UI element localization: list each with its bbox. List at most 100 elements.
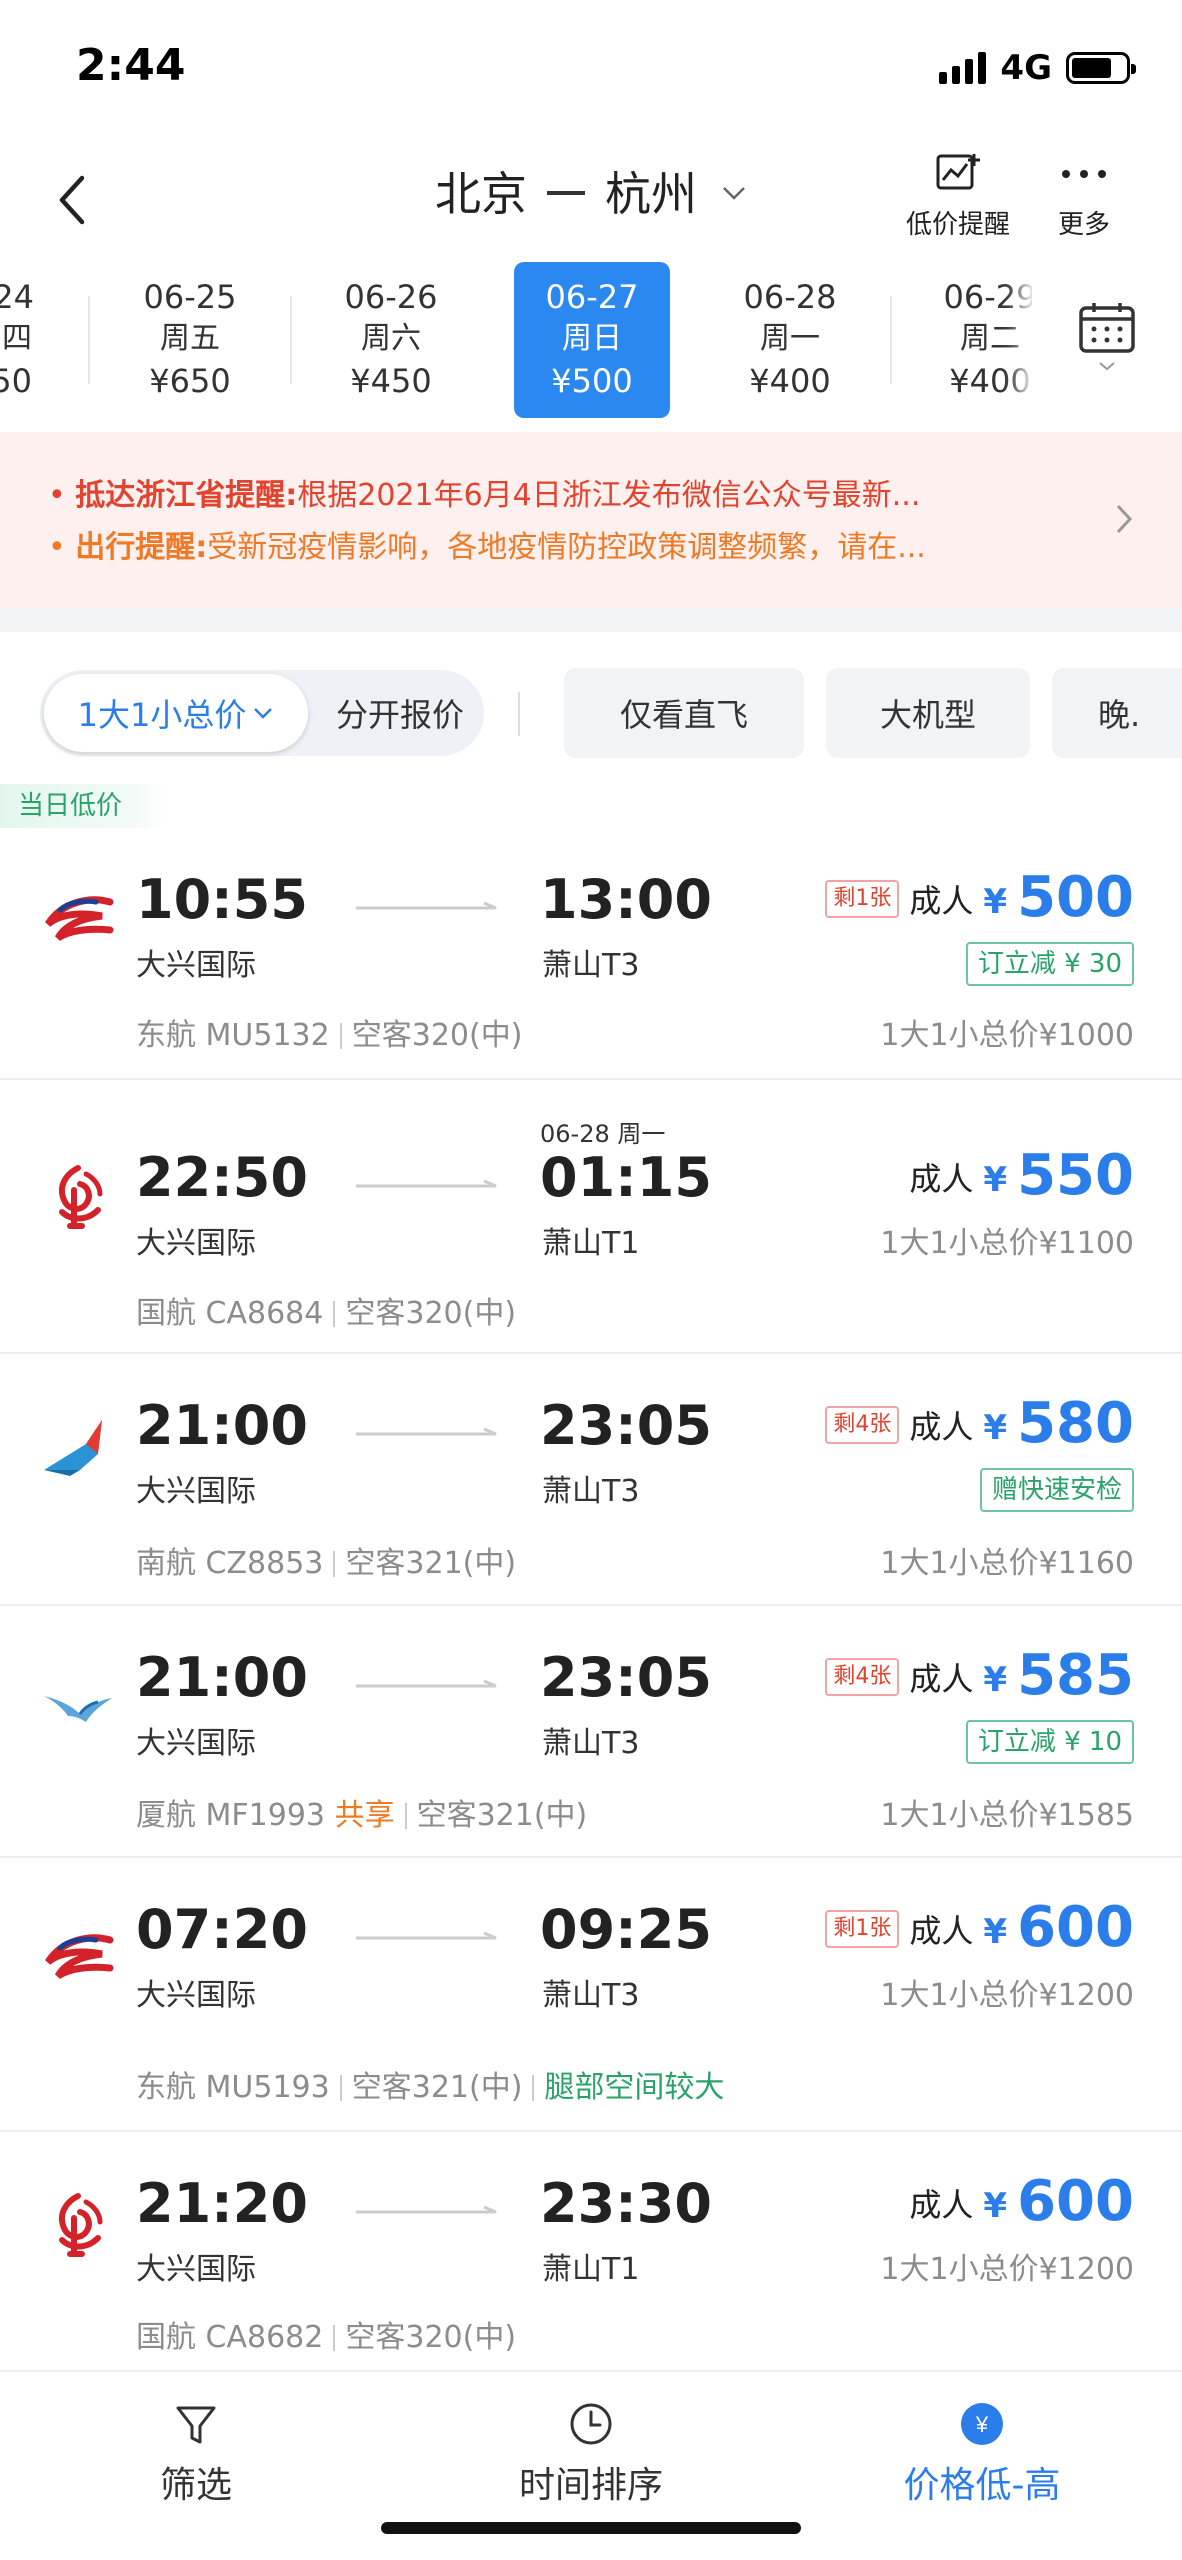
currency-symbol: ¥ bbox=[983, 882, 1008, 922]
notice-arrival-zhejiang: • 抵达浙江省提醒:根据2021年6月4日浙江发布微信公众号最新... bbox=[48, 478, 921, 513]
filter-divider bbox=[518, 692, 520, 736]
date-item[interactable]: 06-26 周六 ¥450 bbox=[313, 262, 469, 418]
flight-card[interactable]: 21:20 大兴国际 23:30 萧山T1 国航 CA8682 空客320(中) … bbox=[0, 2132, 1182, 2372]
flight-card[interactable]: 当日低价 10:55 大兴国际 13:00 萧山T3 东航 MU5132 空客32… bbox=[0, 784, 1182, 1080]
battery-icon bbox=[1066, 52, 1136, 84]
chevron-down-icon bbox=[721, 174, 747, 209]
date-item[interactable]: 24 四 50 bbox=[0, 262, 36, 418]
adult-label: 成人 bbox=[909, 2186, 974, 2224]
flight-card[interactable]: 21:00 大兴国际 23:05 萧山T3 南航 CZ8853 空客321(中) … bbox=[0, 1354, 1182, 1606]
filter-tab[interactable]: 筛选 bbox=[46, 2400, 346, 2508]
filter-tab-label: 筛选 bbox=[159, 2465, 232, 2506]
airline-flight-number: 国航 CA8684 bbox=[136, 1296, 324, 1331]
aircraft-type: 空客320(中) bbox=[351, 1018, 523, 1053]
calendar-icon bbox=[1079, 303, 1135, 353]
flight-meta: 厦航 MF1993 共享 空客321(中) bbox=[136, 1790, 587, 1834]
airline-flight-number: 厦航 MF1993 bbox=[136, 1798, 326, 1833]
aircraft-type: 空客320(中) bbox=[345, 1296, 517, 1331]
price-block: 成人 ¥ 600 bbox=[909, 2172, 1134, 2232]
destination-city: 杭州 bbox=[605, 167, 697, 221]
flight-arrow-icon bbox=[356, 1427, 497, 1436]
home-indicator bbox=[381, 2522, 801, 2534]
date-item-selected[interactable]: 06-27 周日 ¥500 bbox=[514, 262, 670, 418]
departure-time: 21:00 bbox=[136, 1646, 308, 1709]
total-price: 1大1小总价¥1200 bbox=[880, 1978, 1134, 2013]
price-sort-label: 价格低-高 bbox=[903, 2465, 1061, 2506]
currency-symbol: ¥ bbox=[983, 1912, 1008, 1952]
arrival-airport: 萧山T3 bbox=[542, 948, 640, 983]
route-arrow-icon bbox=[547, 191, 585, 195]
time-sort-label: 时间排序 bbox=[518, 2465, 663, 2506]
air-china-logo-icon bbox=[58, 1165, 103, 1229]
section-divider bbox=[0, 608, 1182, 632]
price-block: 剩1张 成人 ¥ 600 bbox=[825, 1898, 1134, 1958]
departure-airport: 大兴国际 bbox=[136, 1226, 256, 1261]
price-block: 剩1张 成人 ¥ 500 bbox=[825, 868, 1134, 928]
tickets-left-badge: 剩1张 bbox=[825, 1910, 900, 1948]
arrival-time: 23:05 bbox=[540, 1646, 712, 1709]
adult-label: 成人 bbox=[909, 1160, 974, 1198]
price-block: 剩4张 成人 ¥ 580 bbox=[825, 1394, 1134, 1454]
airline-flight-number: 国航 CA8682 bbox=[136, 2320, 324, 2355]
status-indicators: 4G bbox=[939, 48, 1136, 88]
total-price: 1大1小总价¥1000 bbox=[880, 1018, 1134, 1053]
currency-symbol: ¥ bbox=[983, 2186, 1008, 2226]
airline-flight-number: 东航 MU5193 bbox=[136, 2070, 330, 2105]
flight-card[interactable]: 06-28 周一 22:50 大兴国际 01:15 萧山T1 国航 CA8684… bbox=[0, 1080, 1182, 1354]
currency-symbol: ¥ bbox=[983, 1160, 1008, 1200]
more-button[interactable]: 更多 bbox=[1058, 150, 1110, 241]
promo-badge: 订立减 ¥ 30 bbox=[965, 942, 1134, 986]
total-price-option[interactable]: 1大1小总价 bbox=[44, 674, 308, 752]
departure-time: 22:50 bbox=[136, 1146, 308, 1209]
price-value: 600 bbox=[1017, 2169, 1134, 2234]
total-price: 1大1小总价¥1585 bbox=[880, 1798, 1134, 1833]
arrival-time: 23:05 bbox=[540, 1394, 712, 1457]
direct-only-chip[interactable]: 仅看直飞 bbox=[564, 668, 804, 758]
tickets-left-badge: 剩4张 bbox=[825, 1658, 900, 1696]
more-label: 更多 bbox=[1058, 210, 1111, 240]
network-type: 4G bbox=[1000, 48, 1052, 88]
calendar-button[interactable] bbox=[1032, 262, 1182, 432]
flight-card[interactable]: 21:00 大兴国际 23:05 萧山T3 厦航 MF1993 共享 空客321(… bbox=[0, 1606, 1182, 1858]
status-time: 2:44 bbox=[76, 40, 186, 91]
time-sort-tab[interactable]: 时间排序 bbox=[441, 2400, 741, 2508]
large-aircraft-chip[interactable]: 大机型 bbox=[826, 668, 1030, 758]
price-alert-button[interactable]: 低价提醒 bbox=[906, 150, 1010, 241]
arrival-time: 13:00 bbox=[540, 868, 712, 931]
flight-meta: 东航 MU5193 空客321(中) 腿部空间较大 bbox=[136, 2062, 724, 2106]
departure-airport: 大兴国际 bbox=[136, 948, 256, 983]
price-block: 成人 ¥ 550 bbox=[909, 1146, 1134, 1206]
date-item[interactable]: 06-25 周五 ¥650 bbox=[112, 262, 268, 418]
filter-funnel-icon bbox=[176, 2406, 216, 2444]
price-value: 585 bbox=[1017, 1643, 1134, 1708]
flight-arrow-icon bbox=[356, 2205, 497, 2214]
chevron-down-icon bbox=[254, 708, 273, 719]
price-block: 剩4张 成人 ¥ 585 bbox=[825, 1646, 1134, 1706]
price-alert-label: 低价提醒 bbox=[906, 210, 1011, 240]
flight-arrow-icon bbox=[356, 1179, 497, 1188]
total-price: 1大1小总价¥1200 bbox=[880, 2252, 1134, 2287]
adult-label: 成人 bbox=[909, 1660, 974, 1698]
filter-bar: 1大1小总价 分开报价 仅看直飞 大机型 晚. bbox=[0, 632, 1182, 782]
flight-meta: 东航 MU5132 空客320(中) bbox=[136, 1010, 522, 1054]
departure-time: 07:20 bbox=[136, 1898, 308, 1961]
price-value: 500 bbox=[1017, 865, 1134, 930]
aircraft-type: 空客321(中) bbox=[351, 2070, 523, 2105]
departure-airport: 大兴国际 bbox=[136, 1978, 256, 2013]
flight-card[interactable]: 07:20 大兴国际 09:25 萧山T3 东航 MU5193 空客321(中) 腿… bbox=[0, 1858, 1182, 2132]
arrival-airport: 萧山T1 bbox=[542, 1226, 640, 1261]
tickets-left-badge: 剩4张 bbox=[825, 1406, 900, 1444]
date-item[interactable]: 06-28 周一 ¥400 bbox=[712, 262, 868, 418]
chevron-down-icon bbox=[1099, 362, 1115, 371]
arrival-time: 09:25 bbox=[540, 1898, 712, 1961]
adult-label: 成人 bbox=[909, 1408, 974, 1446]
svg-text:¥: ¥ bbox=[975, 2412, 989, 2437]
separate-price-option[interactable]: 分开报价 bbox=[316, 670, 484, 756]
travel-notice-banner[interactable]: • 抵达浙江省提醒:根据2021年6月4日浙江发布微信公众号最新... • 出行… bbox=[0, 432, 1182, 608]
arrival-time: 01:15 bbox=[540, 1146, 712, 1209]
flight-meta: 国航 CA8684 空客320(中) bbox=[136, 1288, 516, 1332]
evening-chip[interactable]: 晚. bbox=[1052, 668, 1182, 758]
arrival-airport: 萧山T1 bbox=[542, 2252, 640, 2287]
arrival-airport: 萧山T3 bbox=[542, 1726, 640, 1761]
price-sort-tab[interactable]: ¥ 价格低-高 bbox=[832, 2400, 1132, 2508]
